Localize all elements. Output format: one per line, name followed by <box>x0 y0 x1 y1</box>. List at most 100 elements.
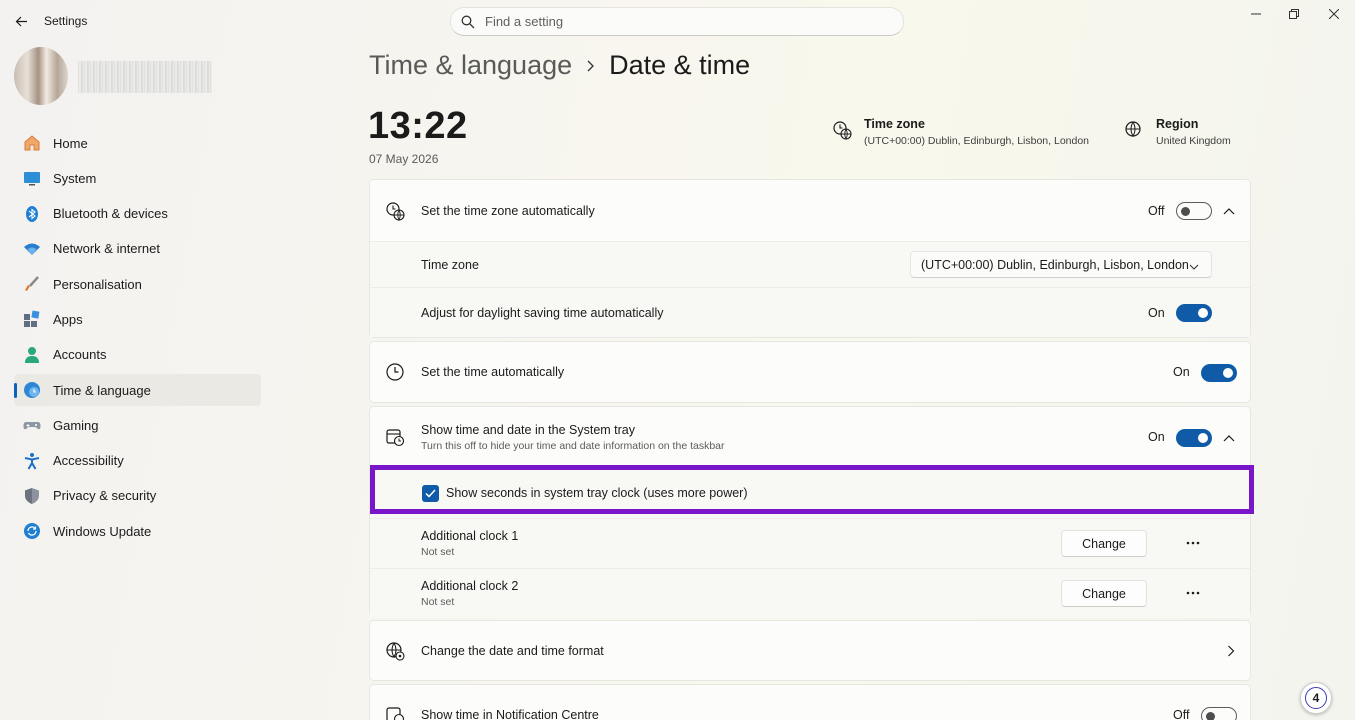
show-seconds-row[interactable]: Show seconds in system tray clock (uses … <box>370 467 1250 518</box>
profile-name-blurred <box>78 61 212 93</box>
accounts-icon <box>22 345 42 365</box>
avatar <box>14 47 68 105</box>
system-tray-title: Show time and date in the System tray <box>421 422 635 437</box>
date-format-row[interactable]: Change the date and time format <box>370 621 1250 680</box>
globe-clock-icon <box>385 201 405 221</box>
sidebar-item-accounts[interactable]: Accounts <box>14 339 261 371</box>
globe-icon <box>1125 121 1141 138</box>
search-box[interactable] <box>450 7 904 36</box>
apps-icon <box>22 309 42 329</box>
restore-button[interactable] <box>1277 4 1311 24</box>
notification-card: Show time in Notification Centre Off <box>369 684 1251 720</box>
sidebar-item-privacy[interactable]: Privacy & security <box>14 480 261 512</box>
globe-settings-icon <box>385 641 405 661</box>
system-tray-description: Turn this off to hide your time and date… <box>421 439 725 452</box>
globe-clock-icon <box>833 121 852 140</box>
additional-clock-2-title: Additional clock 2 <box>421 579 519 593</box>
bluetooth-icon <box>22 204 42 224</box>
timezone-card: Set the time zone automatically Off Time… <box>369 179 1251 338</box>
sidebar-item-personalisation[interactable]: Personalisation <box>14 268 261 300</box>
daylight-row: Adjust for daylight saving time automati… <box>370 287 1250 337</box>
brush-icon <box>22 274 42 294</box>
sidebar-item-label: Home <box>53 135 88 151</box>
sidebar-item-label: System <box>53 170 97 186</box>
auto-timezone-toggle[interactable] <box>1176 202 1212 220</box>
auto-timezone-row[interactable]: Set the time zone automatically Off <box>370 180 1250 241</box>
auto-time-state: On <box>1173 365 1190 379</box>
region-summary-value: United Kingdom <box>1156 135 1231 147</box>
additional-clock-2-status: Not set <box>421 596 455 608</box>
sidebar-item-network[interactable]: Network & internet <box>14 233 261 265</box>
daylight-toggle[interactable] <box>1176 304 1212 322</box>
sidebar-item-label: Accessibility <box>53 453 124 469</box>
sidebar-item-gaming[interactable]: Gaming <box>14 409 261 441</box>
search-input[interactable] <box>485 14 865 29</box>
timezone-row: Time zone (UTC+00:00) Dublin, Edinburgh,… <box>370 241 1250 287</box>
more-options-icon[interactable] <box>1183 585 1203 601</box>
user-profile[interactable] <box>14 47 212 105</box>
gamepad-icon <box>22 415 42 435</box>
timezone-summary: Time zone (UTC+00:00) Dublin, Edinburgh,… <box>832 117 1089 147</box>
sidebar-item-windows-update[interactable]: Windows Update <box>14 515 261 547</box>
show-seconds-checkbox[interactable] <box>422 485 439 502</box>
change-clock-1-button[interactable]: Change <box>1061 530 1147 557</box>
auto-time-row: Set the time automatically On <box>370 342 1250 402</box>
sidebar-item-system[interactable]: System <box>14 162 261 194</box>
numbered-badge: 4 <box>1300 682 1332 714</box>
chevron-up-icon[interactable] <box>1222 204 1236 218</box>
sidebar-item-label: Personalisation <box>53 276 142 292</box>
sidebar-item-label: Apps <box>53 311 83 327</box>
show-seconds-label: Show seconds in system tray clock (uses … <box>446 486 748 500</box>
sidebar-item-bluetooth[interactable]: Bluetooth & devices <box>14 198 261 230</box>
timezone-dropdown[interactable]: (UTC+00:00) Dublin, Edinburgh, Lisbon, L… <box>910 251 1212 278</box>
sidebar-item-label: Privacy & security <box>53 488 157 504</box>
home-icon <box>22 133 42 153</box>
additional-clock-1-label: Additional clock 1 Not set <box>421 529 518 558</box>
change-clock-2-button[interactable]: Change <box>1061 580 1147 607</box>
date-format-label: Change the date and time format <box>421 643 604 658</box>
auto-timezone-label: Set the time zone automatically <box>421 203 595 218</box>
breadcrumb-parent[interactable]: Time & language <box>369 50 572 81</box>
sidebar-item-home[interactable]: Home <box>14 127 261 159</box>
sidebar-item-label: Time & language <box>53 382 151 398</box>
badge-number: 4 <box>1305 687 1327 709</box>
system-tray-toggle[interactable] <box>1176 429 1212 447</box>
calendar-clock-icon <box>385 427 405 447</box>
update-icon <box>22 521 42 541</box>
sidebar-item-label: Gaming <box>53 417 99 433</box>
minimize-icon <box>1251 13 1261 15</box>
daylight-state: On <box>1148 305 1165 320</box>
sidebar-item-time-language[interactable]: Time & language <box>14 374 261 407</box>
system-icon <box>22 168 42 188</box>
auto-time-card: Set the time automatically On <box>369 341 1251 403</box>
notification-clock-icon <box>385 705 405 720</box>
sidebar-item-accessibility[interactable]: Accessibility <box>14 445 261 477</box>
system-tray-card: Show time and date in the System tray Tu… <box>369 406 1251 618</box>
additional-clock-2-row: Additional clock 2 Not set Change <box>370 568 1250 618</box>
back-arrow-icon <box>15 16 27 26</box>
system-tray-label: Show time and date in the System tray Tu… <box>421 423 725 452</box>
more-options-icon[interactable] <box>1183 535 1203 551</box>
minimize-button[interactable] <box>1239 4 1273 24</box>
additional-clock-1-row: Additional clock 1 Not set Change <box>370 518 1250 568</box>
timezone-label: Time zone <box>421 257 479 272</box>
system-tray-row[interactable]: Show time and date in the System tray Tu… <box>370 407 1250 467</box>
timezone-summary-value: (UTC+00:00) Dublin, Edinburgh, Lisbon, L… <box>864 135 1090 147</box>
close-button[interactable] <box>1317 4 1351 24</box>
notification-row: Show time in Notification Centre Off <box>370 685 1250 720</box>
sidebar-item-label: Accounts <box>53 347 107 363</box>
region-summary-title: Region <box>1156 117 1199 131</box>
chevron-up-icon[interactable] <box>1222 431 1236 445</box>
title-bar: Settings <box>0 0 1355 42</box>
search-icon <box>461 15 475 28</box>
back-button[interactable] <box>10 10 32 32</box>
sidebar-item-apps[interactable]: Apps <box>14 303 261 335</box>
date-format-card[interactable]: Change the date and time format <box>369 620 1251 681</box>
notification-state: Off <box>1173 708 1190 720</box>
current-time: 13:22 <box>368 105 468 147</box>
wifi-icon <box>22 239 42 259</box>
app-title: Settings <box>44 14 88 28</box>
restore-icon <box>1289 9 1299 19</box>
notification-toggle[interactable] <box>1201 707 1237 720</box>
auto-time-toggle[interactable] <box>1201 364 1237 382</box>
